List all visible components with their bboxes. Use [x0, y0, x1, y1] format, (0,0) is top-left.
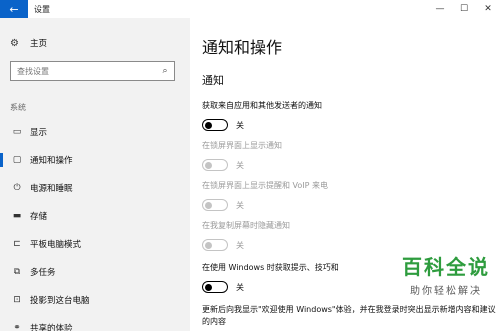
- power-icon: ⏻: [13, 183, 21, 193]
- setting-hide-when-duplicating: 在我复制屏幕时隐藏通知 关: [202, 220, 498, 251]
- window-controls: — ☐ ✕: [428, 0, 500, 18]
- monitor-icon: ▭: [12, 127, 22, 137]
- sidebar-item-label: 多任务: [30, 268, 56, 278]
- notification-icon: ▢: [12, 155, 22, 165]
- search-box[interactable]: ⌕: [10, 61, 175, 81]
- toggle-switch: [202, 199, 228, 211]
- toggle-state: 关: [236, 240, 244, 250]
- setting-app-notifications: 获取来自应用和其他发送者的通知 关: [202, 100, 498, 131]
- setting-desc: 获取来自应用和其他发送者的通知: [202, 101, 322, 110]
- toggle-switch: [202, 159, 228, 171]
- setting-desc: 更新后向我显示"欢迎使用 Windows"体验，并在我登录时突出显示新增内容和建…: [202, 305, 496, 326]
- watermark-title: 百科全说: [402, 255, 490, 279]
- active-indicator: [0, 153, 3, 167]
- toggle-switch[interactable]: [202, 119, 228, 131]
- sidebar-item-display[interactable]: ▭ 显示: [0, 122, 190, 142]
- section-heading: 通知: [202, 74, 224, 87]
- toggle-state: 关: [236, 282, 244, 292]
- tablet-icon: ⊏: [13, 239, 21, 249]
- watermark: 百科全说 助你轻松解决: [402, 251, 490, 297]
- sidebar-item-label: 通知和操作: [30, 156, 73, 166]
- sidebar-item-label: 共享的体验: [30, 324, 73, 331]
- page-title: 通知和操作: [202, 38, 283, 57]
- sidebar-item-project[interactable]: ⊡ 投影到这台电脑: [0, 290, 190, 310]
- gear-icon: ⚙: [10, 37, 19, 49]
- search-icon[interactable]: ⌕: [156, 66, 174, 76]
- close-button[interactable]: ✕: [476, 0, 500, 18]
- toggle-state: 关: [236, 120, 244, 130]
- toggle-switch[interactable]: [202, 281, 228, 293]
- sidebar-item-notifications[interactable]: ▢ 通知和操作: [0, 150, 190, 170]
- setting-lockscreen-reminders: 在锁屏界面上显示提醒和 VoIP 来电 关: [202, 180, 498, 211]
- window-title: 设置: [34, 4, 50, 14]
- sidebar-item-share[interactable]: ⚭ 共享的体验: [0, 318, 190, 331]
- toggle-state: 关: [236, 200, 244, 210]
- setting-desc: 在我复制屏幕时隐藏通知: [202, 221, 290, 230]
- setting-desc: 在锁屏界面上显示通知: [202, 141, 282, 150]
- sidebar-item-power[interactable]: ⏻ 电源和睡眠: [0, 178, 190, 198]
- sidebar-item-label: 电源和睡眠: [30, 184, 73, 194]
- watermark-subtitle: 助你轻松解决: [410, 286, 482, 297]
- section-label: 系统: [10, 103, 26, 112]
- title-bar: ← 设置 — ☐ ✕: [0, 0, 500, 18]
- sidebar-item-label: 显示: [30, 128, 48, 138]
- home-label: 主页: [30, 39, 48, 49]
- sidebar-item-label: 平板电脑模式: [30, 240, 82, 250]
- setting-lockscreen-notifications: 在锁屏界面上显示通知 关: [202, 140, 498, 171]
- search-input[interactable]: [11, 66, 156, 76]
- main-content: 通知和操作 通知 获取来自应用和其他发送者的通知 关 在锁屏界面上显示通知 关 …: [190, 18, 500, 331]
- toggle-state: 关: [236, 160, 244, 170]
- maximize-button[interactable]: ☐: [452, 0, 476, 18]
- home-link[interactable]: ⚙ 主页: [0, 34, 190, 52]
- storage-icon: ▬: [12, 211, 22, 221]
- setting-welcome-experience: 更新后向我显示"欢迎使用 Windows"体验，并在我登录时突出显示新增内容和建…: [202, 304, 498, 328]
- share-icon: ⚭: [13, 323, 21, 331]
- multitask-icon: ⧉: [13, 267, 21, 277]
- toggle-switch: [202, 239, 228, 251]
- sidebar-item-storage[interactable]: ▬ 存储: [0, 206, 190, 226]
- back-button[interactable]: ←: [0, 0, 28, 18]
- arrow-left-icon: ←: [9, 2, 19, 16]
- sidebar-item-label: 投影到这台电脑: [30, 296, 90, 306]
- project-icon: ⊡: [13, 295, 21, 305]
- sidebar-item-tablet[interactable]: ⊏ 平板电脑模式: [0, 234, 190, 254]
- minimize-button[interactable]: —: [428, 0, 452, 18]
- sidebar-item-label: 存储: [30, 212, 48, 222]
- sidebar-item-multitask[interactable]: ⧉ 多任务: [0, 262, 190, 282]
- setting-desc: 在锁屏界面上显示提醒和 VoIP 来电: [202, 181, 329, 190]
- sidebar: ⚙ 主页 ⌕ 系统 ▭ 显示 ▢ 通知和操作 ⏻ 电源和睡眠 ▬ 存储 ⊏ 平板…: [0, 18, 190, 331]
